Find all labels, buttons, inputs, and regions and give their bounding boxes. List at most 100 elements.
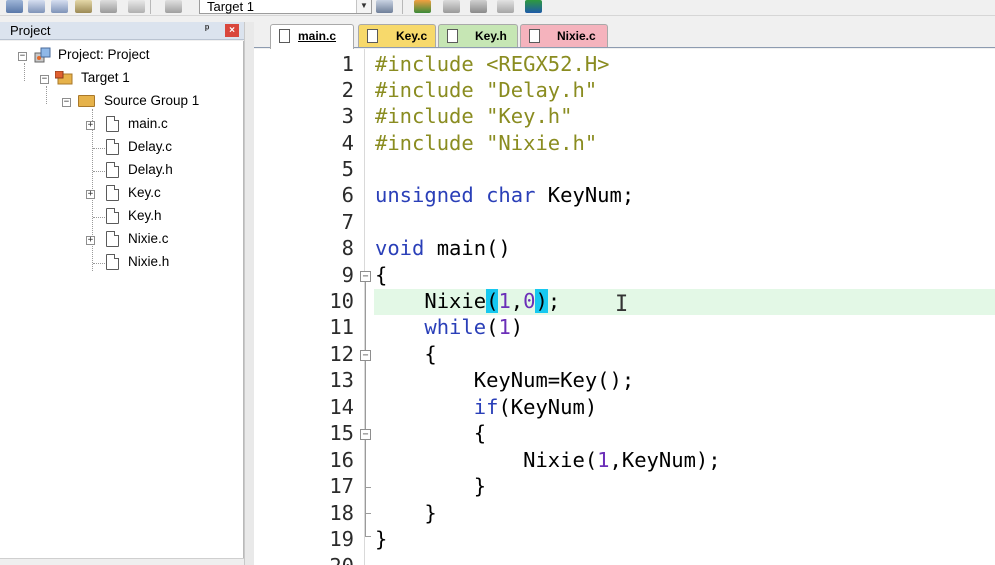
tree-item-source-group[interactable]: − Source Group 1 xyxy=(0,92,244,112)
tree-item-file[interactable]: Key.h xyxy=(0,207,244,227)
project-panel-title: Project xyxy=(10,23,51,38)
options-icon[interactable] xyxy=(100,0,117,13)
file-icon xyxy=(106,208,119,224)
diamond-icon[interactable] xyxy=(470,0,487,13)
debug-icon[interactable] xyxy=(128,0,145,13)
line-number: 5 xyxy=(341,157,354,181)
tree-item-label: Nixie.h xyxy=(128,254,170,269)
save-icon[interactable] xyxy=(28,0,45,13)
code-text: unsigned char KeyNum; xyxy=(375,183,635,207)
tree-connector xyxy=(93,263,105,264)
line-number: 1 xyxy=(341,52,354,76)
tree-connector xyxy=(93,148,105,149)
target-select[interactable]: Target 1 ▼ xyxy=(199,0,372,14)
tab-label: Nixie.c xyxy=(557,29,596,43)
toolbar-separator xyxy=(402,0,403,14)
code-text: { xyxy=(375,342,437,366)
tree-item-file[interactable]: + main.c xyxy=(0,115,244,135)
line-number: 12 xyxy=(329,342,354,366)
panel-splitter[interactable] xyxy=(244,22,254,565)
build-icon[interactable] xyxy=(51,0,68,13)
code-token: while xyxy=(424,315,487,339)
line-number: 3 xyxy=(341,104,354,128)
line-number: 9 xyxy=(341,263,354,287)
code-line: 20 xyxy=(254,553,995,565)
chip-icon[interactable] xyxy=(525,0,542,13)
pack-icon[interactable] xyxy=(414,0,431,13)
project-icon[interactable] xyxy=(6,0,23,13)
pin-icon[interactable]: ᵖ xyxy=(205,23,209,35)
line-number: 4 xyxy=(341,131,354,155)
tab-key-h[interactable]: Key.h xyxy=(438,24,518,47)
code-line: 19 } xyxy=(254,526,995,552)
project-tree: − Project: Project − Target 1 − Source G… xyxy=(0,41,244,565)
expand-icon[interactable]: + xyxy=(86,190,95,199)
code-text: { xyxy=(375,421,487,445)
tree-item-project[interactable]: − Project: Project xyxy=(0,46,244,66)
code-text: void main() xyxy=(375,236,511,260)
tree-item-file[interactable]: + Key.c xyxy=(0,184,244,204)
tree-item-file[interactable]: Delay.c xyxy=(0,138,244,158)
target-select-value: Target 1 xyxy=(207,0,254,14)
tab-label: Key.h xyxy=(475,29,507,43)
code-text: #include "Key.h" xyxy=(375,104,573,128)
file-icon xyxy=(106,254,119,270)
batch-icon[interactable] xyxy=(75,0,92,13)
tab-key-c[interactable]: Key.c xyxy=(358,24,436,47)
folder-icon xyxy=(78,95,95,107)
tree-item-file[interactable]: Delay.h xyxy=(0,161,244,181)
tree-item-label: Nixie.c xyxy=(128,231,169,246)
tab-label: Key.c xyxy=(396,29,428,43)
line-number: 7 xyxy=(341,210,354,234)
tree-item-label: Key.c xyxy=(128,185,161,200)
code-token: 1 xyxy=(498,315,511,339)
code-line: 11 while(1) xyxy=(254,314,995,340)
line-number: 11 xyxy=(329,315,354,339)
manage-icon[interactable] xyxy=(376,0,393,13)
tree-connector xyxy=(93,217,105,218)
code-text: #include <REGX52.H> xyxy=(375,52,610,76)
code-text: while(1) xyxy=(424,315,524,339)
code-line: 13 KeyNum=Key(); xyxy=(254,367,995,393)
tree-item-file[interactable]: + Nixie.c xyxy=(0,230,244,250)
horizontal-scrollbar[interactable] xyxy=(0,558,244,565)
tree-item-target[interactable]: − Target 1 xyxy=(0,69,244,89)
code-line: 3 #include "Key.h" xyxy=(254,103,995,129)
chevron-down-icon[interactable]: ▼ xyxy=(356,0,371,13)
target-icon xyxy=(55,71,73,85)
code-line: 5 xyxy=(254,156,995,182)
code-line: 16 Nixie(1,KeyNum); xyxy=(254,447,995,473)
line-number: 18 xyxy=(329,501,354,525)
file-icon xyxy=(106,116,119,132)
target-options-icon[interactable] xyxy=(165,0,182,13)
select-icon[interactable] xyxy=(443,0,460,13)
file-icon xyxy=(447,29,458,43)
code-line: 7 xyxy=(254,209,995,235)
code-line: 15 − { xyxy=(254,420,995,446)
settings-icon[interactable] xyxy=(497,0,514,13)
close-icon[interactable]: × xyxy=(225,24,239,37)
code-text: #include "Delay.h" xyxy=(375,78,598,102)
code-token: if xyxy=(473,395,499,419)
code-line: 18 } xyxy=(254,500,995,526)
code-editor[interactable]: 1 #include <REGX52.H> 2 #include "Delay.… xyxy=(254,49,995,565)
fold-collapse-icon[interactable]: − xyxy=(360,350,371,361)
editor-tab-bar: main.c Key.c Key.h Nixie.c xyxy=(254,22,995,49)
collapse-icon[interactable]: − xyxy=(40,75,49,84)
brace-match-close: ) xyxy=(535,289,548,313)
line-number: 13 xyxy=(329,368,354,392)
tree-item-file[interactable]: Nixie.h xyxy=(0,253,244,273)
tab-main-c[interactable]: main.c xyxy=(270,24,354,49)
file-icon xyxy=(279,29,290,43)
line-number: 14 xyxy=(329,395,354,419)
collapse-icon[interactable]: − xyxy=(62,98,71,107)
tab-nixie-c[interactable]: Nixie.c xyxy=(520,24,608,47)
fold-collapse-icon[interactable]: − xyxy=(360,271,371,282)
code-line: 6 unsigned char KeyNum; xyxy=(254,182,995,208)
expand-icon[interactable]: + xyxy=(86,121,95,130)
code-line: 12 − { xyxy=(254,341,995,367)
expand-icon[interactable]: + xyxy=(86,236,95,245)
code-text: Nixie(1,0); xyxy=(375,289,561,313)
collapse-icon[interactable]: − xyxy=(18,52,27,61)
fold-collapse-icon[interactable]: − xyxy=(360,429,371,440)
